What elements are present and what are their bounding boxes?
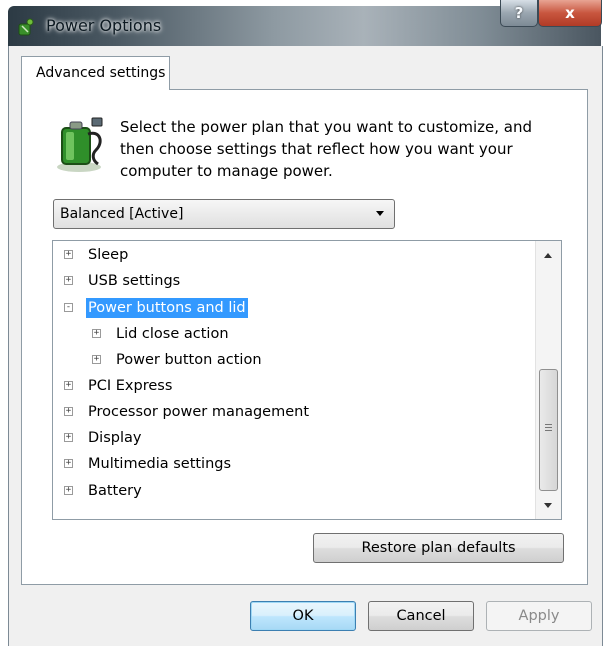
battery-plug-icon [57, 117, 103, 172]
tree-item-label: Sleep [88, 247, 129, 263]
expand-icon[interactable]: + [92, 355, 101, 364]
plan-description: Select the power plan that you want to c… [120, 118, 532, 180]
expand-icon[interactable]: + [64, 459, 73, 468]
window-title: Power Options [46, 16, 162, 35]
tab-label: Advanced settings [36, 65, 166, 81]
tree-item-label: USB settings [88, 273, 181, 289]
tree-item-label: Lid close action [116, 326, 229, 342]
expand-icon[interactable]: + [64, 381, 73, 390]
expand-icon[interactable]: + [64, 250, 73, 259]
tree-item-label: PCI Express [88, 378, 173, 394]
tree-item-label: Multimedia settings [88, 456, 232, 472]
ok-button[interactable]: OK [250, 601, 356, 631]
expand-icon[interactable]: + [64, 276, 73, 285]
tree-scrollbar[interactable] [535, 241, 561, 519]
close-icon: x [565, 4, 575, 22]
power-options-window: Power Options ? x Advanced settings Sele… [0, 0, 609, 651]
dropdown-arrow-icon [376, 211, 384, 216]
title-bar[interactable]: Power Options ? x [8, 0, 602, 46]
tree-item-label: Power buttons and lid [86, 298, 248, 318]
restore-plan-defaults-button[interactable]: Restore plan defaults [313, 533, 564, 563]
scroll-up-icon[interactable] [544, 253, 552, 258]
tree-item-label: Processor power management [88, 404, 310, 420]
tree-item-label: Battery [88, 483, 142, 499]
cancel-button[interactable]: Cancel [368, 601, 474, 631]
expand-icon[interactable]: + [64, 407, 73, 416]
scroll-down-icon[interactable] [544, 503, 552, 508]
expand-icon[interactable]: + [64, 433, 73, 442]
expand-icon[interactable]: + [92, 329, 101, 338]
expand-icon[interactable]: + [64, 486, 73, 495]
collapse-icon[interactable]: - [64, 303, 73, 312]
tree-item-label: Power button action [116, 352, 262, 368]
grip-icon [545, 424, 552, 425]
tab-advanced-settings[interactable]: Advanced settings [21, 56, 170, 90]
power-plan-dropdown[interactable]: Balanced [Active] [53, 199, 395, 229]
tree-item-label: Display [88, 430, 142, 446]
close-button[interactable]: x [538, 0, 602, 27]
power-options-icon [18, 18, 34, 36]
help-button[interactable]: ? [500, 0, 538, 27]
help-icon: ? [514, 4, 524, 22]
scrollbar-thumb[interactable] [539, 369, 558, 491]
power-plan-selected: Balanced [Active] [60, 206, 184, 222]
apply-button[interactable]: Apply [486, 601, 592, 631]
